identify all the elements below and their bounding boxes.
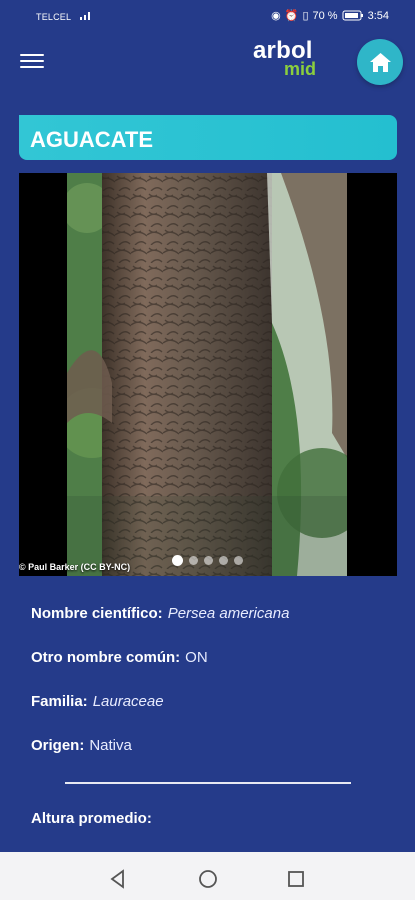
logo-mid: mid	[284, 59, 317, 79]
alarm-icon: ⏰	[284, 10, 299, 22]
carousel-dot-active[interactable]	[172, 555, 183, 566]
carousel-dot[interactable]	[219, 556, 228, 565]
battery-percent: 70 %	[312, 9, 338, 22]
family-label: Familia:	[31, 693, 88, 710]
signal-icon	[80, 12, 90, 20]
family-value: Lauraceae	[92, 693, 164, 710]
android-navigation-bar	[0, 852, 415, 900]
arbolmid-logo: arbol mid	[253, 39, 316, 79]
eye-icon: ◉	[271, 10, 281, 22]
tree-details: Nombre científico: Persea americana Otro …	[31, 605, 381, 781]
carrier-name: TELCEL	[36, 12, 72, 22]
back-triangle-icon[interactable]	[106, 867, 130, 891]
tree-title-bar: AGUACATE	[19, 115, 397, 160]
family-row: Familia: Lauraceae	[31, 693, 381, 737]
photo-credit: © Paul Barker (CC BY-NC)	[19, 562, 131, 572]
home-icon[interactable]	[357, 39, 403, 85]
status-bar: TELCEL ◉ ⏰ ▯ 70 % 3:54	[0, 0, 415, 34]
hamburger-icon[interactable]	[20, 54, 44, 74]
app-header: arbol mid	[0, 34, 415, 94]
carousel-dot[interactable]	[189, 556, 198, 565]
tree-title: AGUACATE	[30, 127, 154, 152]
carousel-dot[interactable]	[234, 556, 243, 565]
carousel-dot[interactable]	[204, 556, 213, 565]
common-name-label: Otro nombre común:	[31, 649, 181, 666]
origin-row: Origen: Nativa	[31, 737, 381, 781]
scientific-name-value: Persea americana	[167, 605, 290, 622]
common-name-row: Otro nombre común: ON	[31, 649, 381, 693]
section-divider	[65, 782, 351, 784]
scientific-name-label: Nombre científico:	[31, 605, 163, 622]
tree-bark-image	[67, 173, 347, 576]
common-name-value: ON	[185, 649, 208, 666]
status-right: ◉ ⏰ ▯ 70 % 3:54	[271, 9, 389, 23]
average-height-label: Altura promedio:	[31, 810, 152, 827]
tree-photo	[67, 173, 347, 576]
vibrate-icon: ▯	[302, 10, 309, 22]
scientific-name-row: Nombre científico: Persea americana	[31, 605, 381, 649]
origin-value: Nativa	[89, 737, 132, 754]
circle-home-icon[interactable]	[196, 867, 220, 891]
carousel-dots	[172, 555, 243, 566]
square-recents-icon[interactable]	[284, 867, 308, 891]
battery-icon	[342, 10, 363, 21]
photo-carousel[interactable]: © Paul Barker (CC BY-NC)	[19, 173, 397, 576]
origin-label: Origen:	[31, 737, 85, 754]
clock-time: 3:54	[367, 9, 389, 22]
